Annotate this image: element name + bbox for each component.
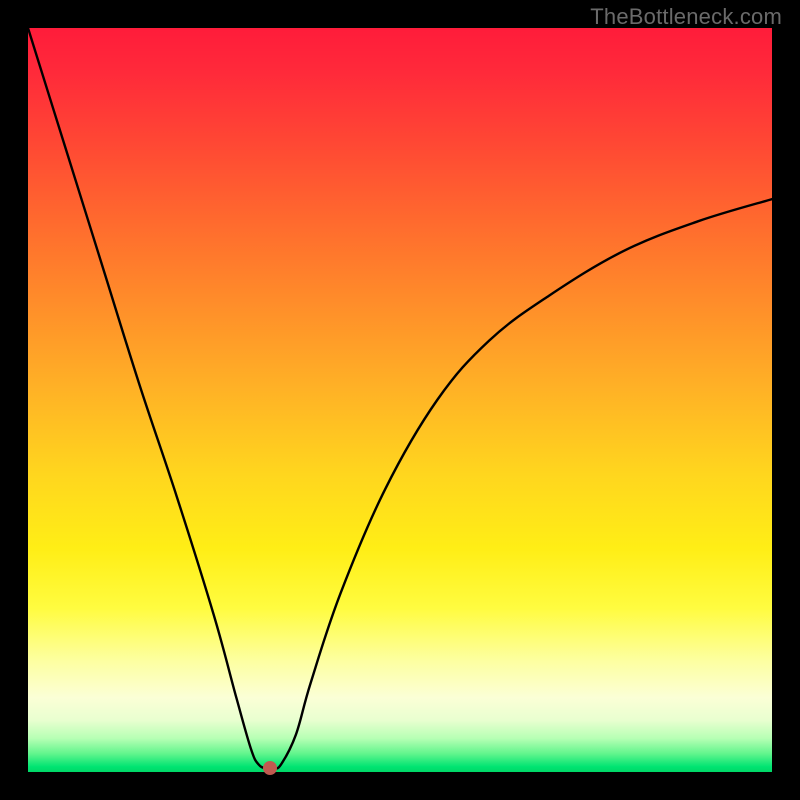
bottleneck-curve	[28, 28, 772, 769]
plot-area	[28, 28, 772, 772]
watermark-text: TheBottleneck.com	[590, 4, 782, 30]
minimum-marker-icon	[263, 761, 277, 775]
curve-svg	[28, 28, 772, 772]
